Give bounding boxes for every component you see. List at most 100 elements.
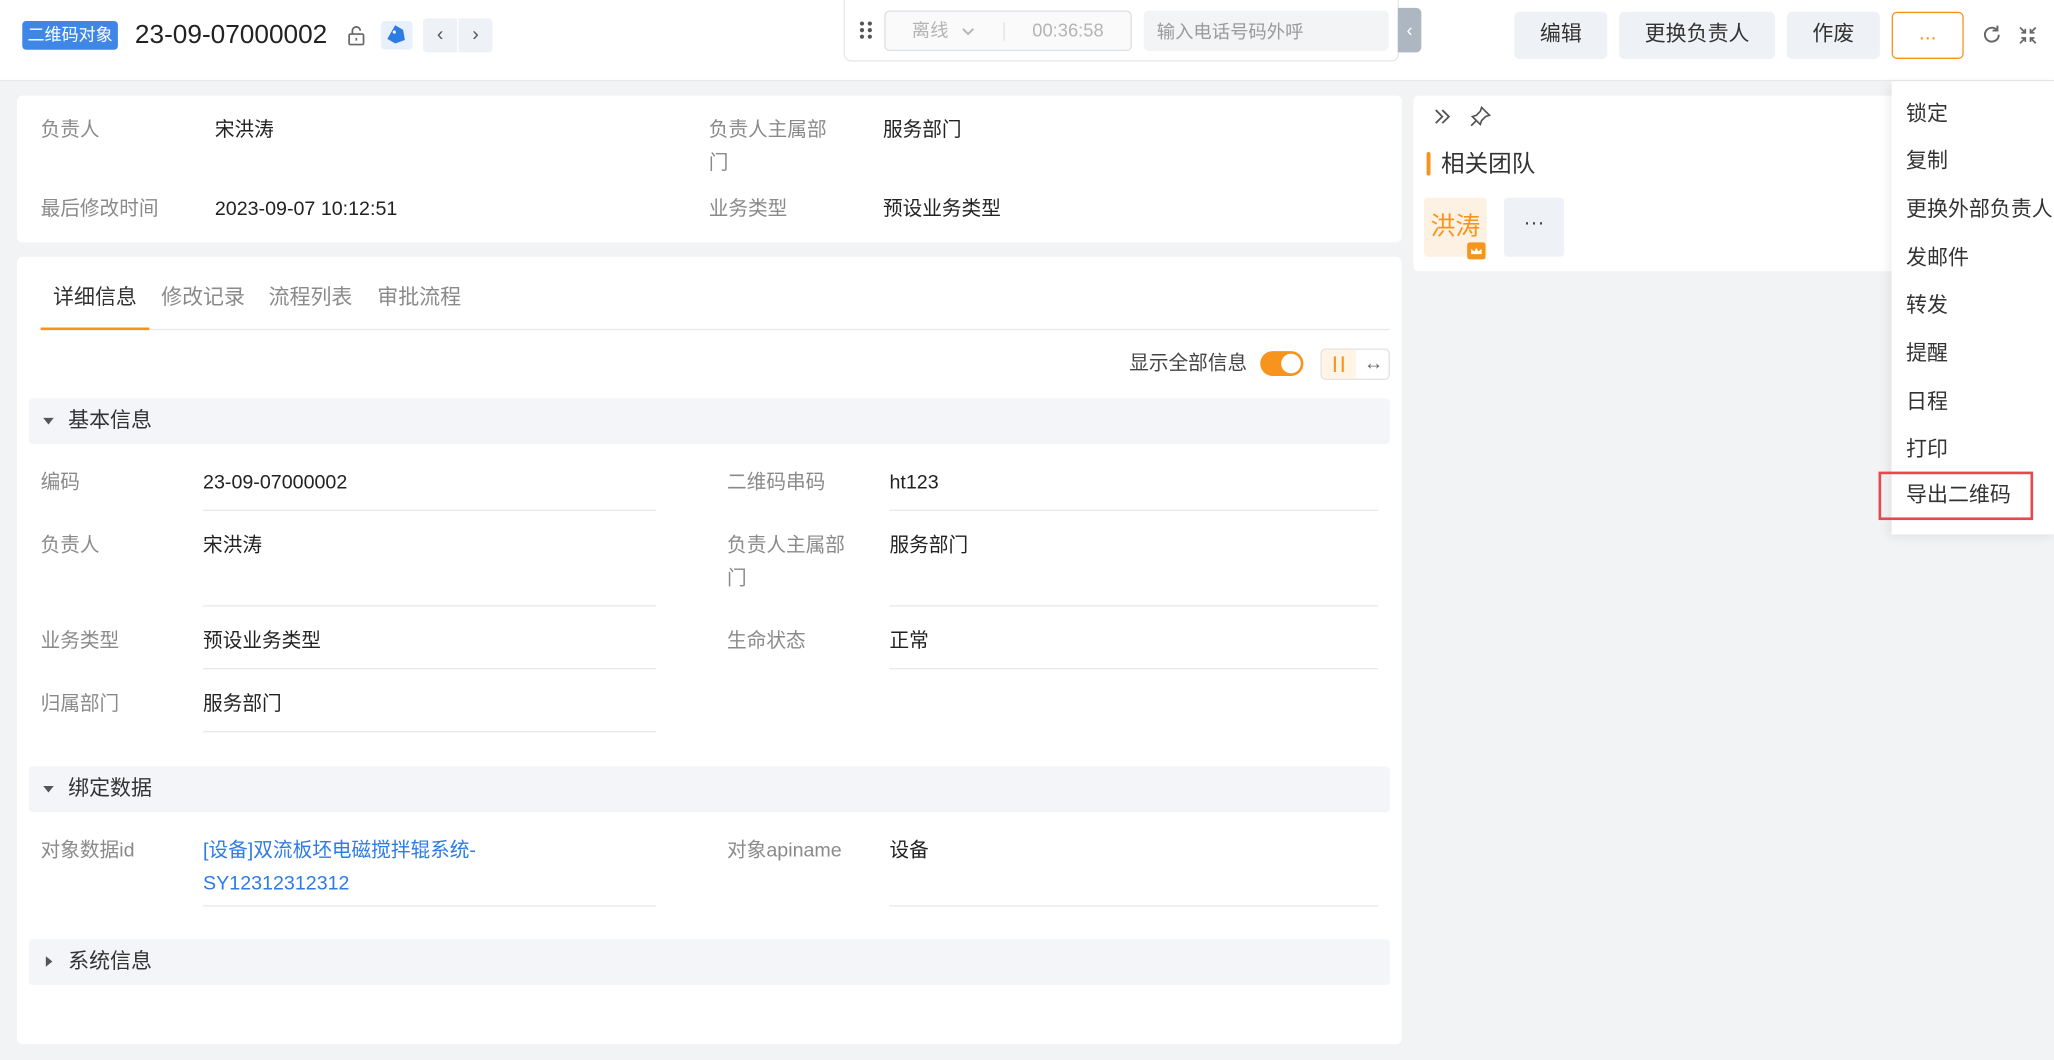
section-title: 绑定数据 xyxy=(68,778,152,801)
section-title: 基本信息 xyxy=(68,410,152,433)
page-root: 二维码对象 23-09-07000002 ‹ › 离线 00:36:58 输入电… xyxy=(0,0,2054,1060)
divider xyxy=(1003,22,1005,41)
menu-item-change-external-owner[interactable]: 更换外部负责人 xyxy=(1892,186,2054,234)
related-team-card: 相关团队 洪涛 ··· xyxy=(1413,95,1899,272)
menu-item-forward[interactable]: 转发 xyxy=(1892,282,2054,330)
summary-modified-value: 2023-09-07 10:12:51 xyxy=(214,197,398,221)
tab-change-log[interactable]: 修改记录 xyxy=(160,280,246,330)
more-actions-button[interactable]: ... xyxy=(1891,11,1964,59)
record-title: 23-09-07000002 xyxy=(134,20,328,50)
title-accent-bar xyxy=(1426,151,1431,176)
summary-card: 负责人 宋洪涛 负责人主属部 门 服务部门 最后修改时间 2023-09-07 … xyxy=(17,95,1402,243)
summary-owner-label: 负责人 xyxy=(40,119,100,142)
owner-dept-label: 负责人主属部 xyxy=(727,534,845,557)
biztype-value: 预设业务类型 xyxy=(203,630,321,653)
section-basic-info[interactable]: 基本信息 xyxy=(28,398,1390,445)
divider xyxy=(203,905,657,907)
object-apiname-value: 设备 xyxy=(889,839,929,862)
layout-switch: ↔ xyxy=(1320,348,1390,380)
refresh-icon[interactable] xyxy=(1981,24,2003,46)
detail-tabs: 详细信息 修改记录 流程列表 审批流程 xyxy=(40,280,1390,331)
menu-item-send-email[interactable]: 发邮件 xyxy=(1892,234,2054,282)
call-status-value: 离线 xyxy=(911,19,949,41)
object-id-link-cont[interactable]: SY12312312312 xyxy=(203,867,349,900)
code-label: 编码 xyxy=(40,471,80,494)
section-binding-data[interactable]: 绑定数据 xyxy=(28,766,1390,813)
summary-biztype-label: 业务类型 xyxy=(708,197,788,221)
menu-item-schedule[interactable]: 日程 xyxy=(1892,379,2054,427)
owner-dept-label-cont: 门 xyxy=(727,567,747,590)
menu-item-remind[interactable]: 提醒 xyxy=(1892,330,2054,378)
crown-icon xyxy=(1467,242,1486,260)
object-type-badge: 二维码对象 xyxy=(22,20,118,50)
divider xyxy=(889,905,1379,907)
section-title: 系统信息 xyxy=(68,951,152,974)
life-status-label: 生命状态 xyxy=(727,630,806,653)
caret-right-icon xyxy=(45,956,53,967)
summary-dept-label-cont: 门 xyxy=(708,151,729,175)
summary-modified-label: 最后修改时间 xyxy=(40,197,159,221)
owner-label: 负责人 xyxy=(40,534,100,557)
caret-down-icon xyxy=(43,785,54,793)
object-apiname-label: 对象apiname xyxy=(727,839,842,862)
call-bar: 离线 00:36:58 xyxy=(843,0,1400,62)
prev-record-button[interactable]: ‹ xyxy=(423,18,458,53)
divider xyxy=(889,668,1379,670)
drag-handle-icon[interactable] xyxy=(858,20,874,41)
show-all-toggle[interactable] xyxy=(1260,351,1304,376)
full-width-layout-button[interactable]: ↔ xyxy=(1357,350,1390,379)
summary-owner-value: 宋洪涛 xyxy=(214,119,274,142)
show-all-label: 显示全部信息 xyxy=(1129,352,1248,375)
tab-detail-info[interactable]: 详细信息 xyxy=(40,280,150,331)
chevron-down-icon xyxy=(962,28,974,36)
change-owner-button[interactable]: 更换负责人 xyxy=(1619,11,1776,59)
tab-approval-flow[interactable]: 审批流程 xyxy=(376,280,462,330)
divider xyxy=(203,668,657,670)
summary-dept-label: 负责人主属部 xyxy=(708,119,827,142)
header-bar: 二维码对象 23-09-07000002 ‹ › 离线 00:36:58 输入电… xyxy=(0,0,2054,82)
code-value: 23-09-07000002 xyxy=(203,471,348,494)
double-chevron-right-icon[interactable] xyxy=(1432,106,1453,127)
call-status-select[interactable]: 离线 00:36:58 xyxy=(884,10,1132,52)
menu-item-export-qrcode[interactable]: 导出二维码 xyxy=(1878,471,2034,521)
owner-value: 宋洪涛 xyxy=(203,534,263,557)
team-title: 相关团队 xyxy=(1440,150,1536,177)
caret-down-icon xyxy=(43,417,54,425)
divider xyxy=(203,509,657,511)
divider xyxy=(889,605,1379,607)
pin-icon[interactable] xyxy=(1469,105,1493,129)
phone-number-input[interactable] xyxy=(1143,10,1389,52)
unlock-icon[interactable] xyxy=(346,25,367,46)
next-record-button[interactable]: › xyxy=(458,18,493,53)
summary-dept-value: 服务部门 xyxy=(882,119,962,142)
object-id-link[interactable]: [设备]双流板坯电磁搅拌辊系统- xyxy=(203,834,476,867)
columns-icon xyxy=(1333,356,1344,373)
more-actions-menu: 锁定 复制 更换外部负责人 发邮件 转发 提醒 日程 打印 导出二维码 xyxy=(1878,81,2054,535)
divider xyxy=(203,605,657,607)
two-column-layout-button[interactable] xyxy=(1321,349,1356,379)
object-id-label: 对象数据id xyxy=(40,839,135,862)
collapse-call-bar-button[interactable]: ‹ xyxy=(1397,7,1422,53)
shrink-icon[interactable] xyxy=(2017,25,2038,46)
divider xyxy=(889,509,1379,511)
owner-dept-value: 服务部门 xyxy=(889,534,969,557)
detail-card: 详细信息 修改记录 流程列表 审批流程 显示全部信息 ↔ 基本信息 编码 23-… xyxy=(17,256,1402,1045)
belong-dept-value: 服务部门 xyxy=(203,692,282,716)
life-status-value: 正常 xyxy=(889,630,929,653)
team-more-button[interactable]: ··· xyxy=(1503,197,1565,257)
belong-dept-label: 归属部门 xyxy=(40,692,120,716)
menu-item-copy[interactable]: 复制 xyxy=(1892,138,2054,186)
biztype-label: 业务类型 xyxy=(40,630,120,653)
summary-biztype-value: 预设业务类型 xyxy=(882,197,1001,221)
divider xyxy=(203,730,657,733)
tab-flow-list[interactable]: 流程列表 xyxy=(267,280,353,330)
tag-icon[interactable] xyxy=(381,20,413,50)
qr-string-value: ht123 xyxy=(889,471,939,494)
menu-item-lock[interactable]: 锁定 xyxy=(1892,90,2054,138)
section-system-info[interactable]: 系统信息 xyxy=(28,939,1390,986)
menu-item-print[interactable]: 打印 xyxy=(1892,426,2054,474)
void-button[interactable]: 作废 xyxy=(1786,11,1880,59)
qr-string-label: 二维码串码 xyxy=(727,471,826,494)
call-timer: 00:36:58 xyxy=(1032,19,1104,41)
edit-button[interactable]: 编辑 xyxy=(1514,11,1608,59)
